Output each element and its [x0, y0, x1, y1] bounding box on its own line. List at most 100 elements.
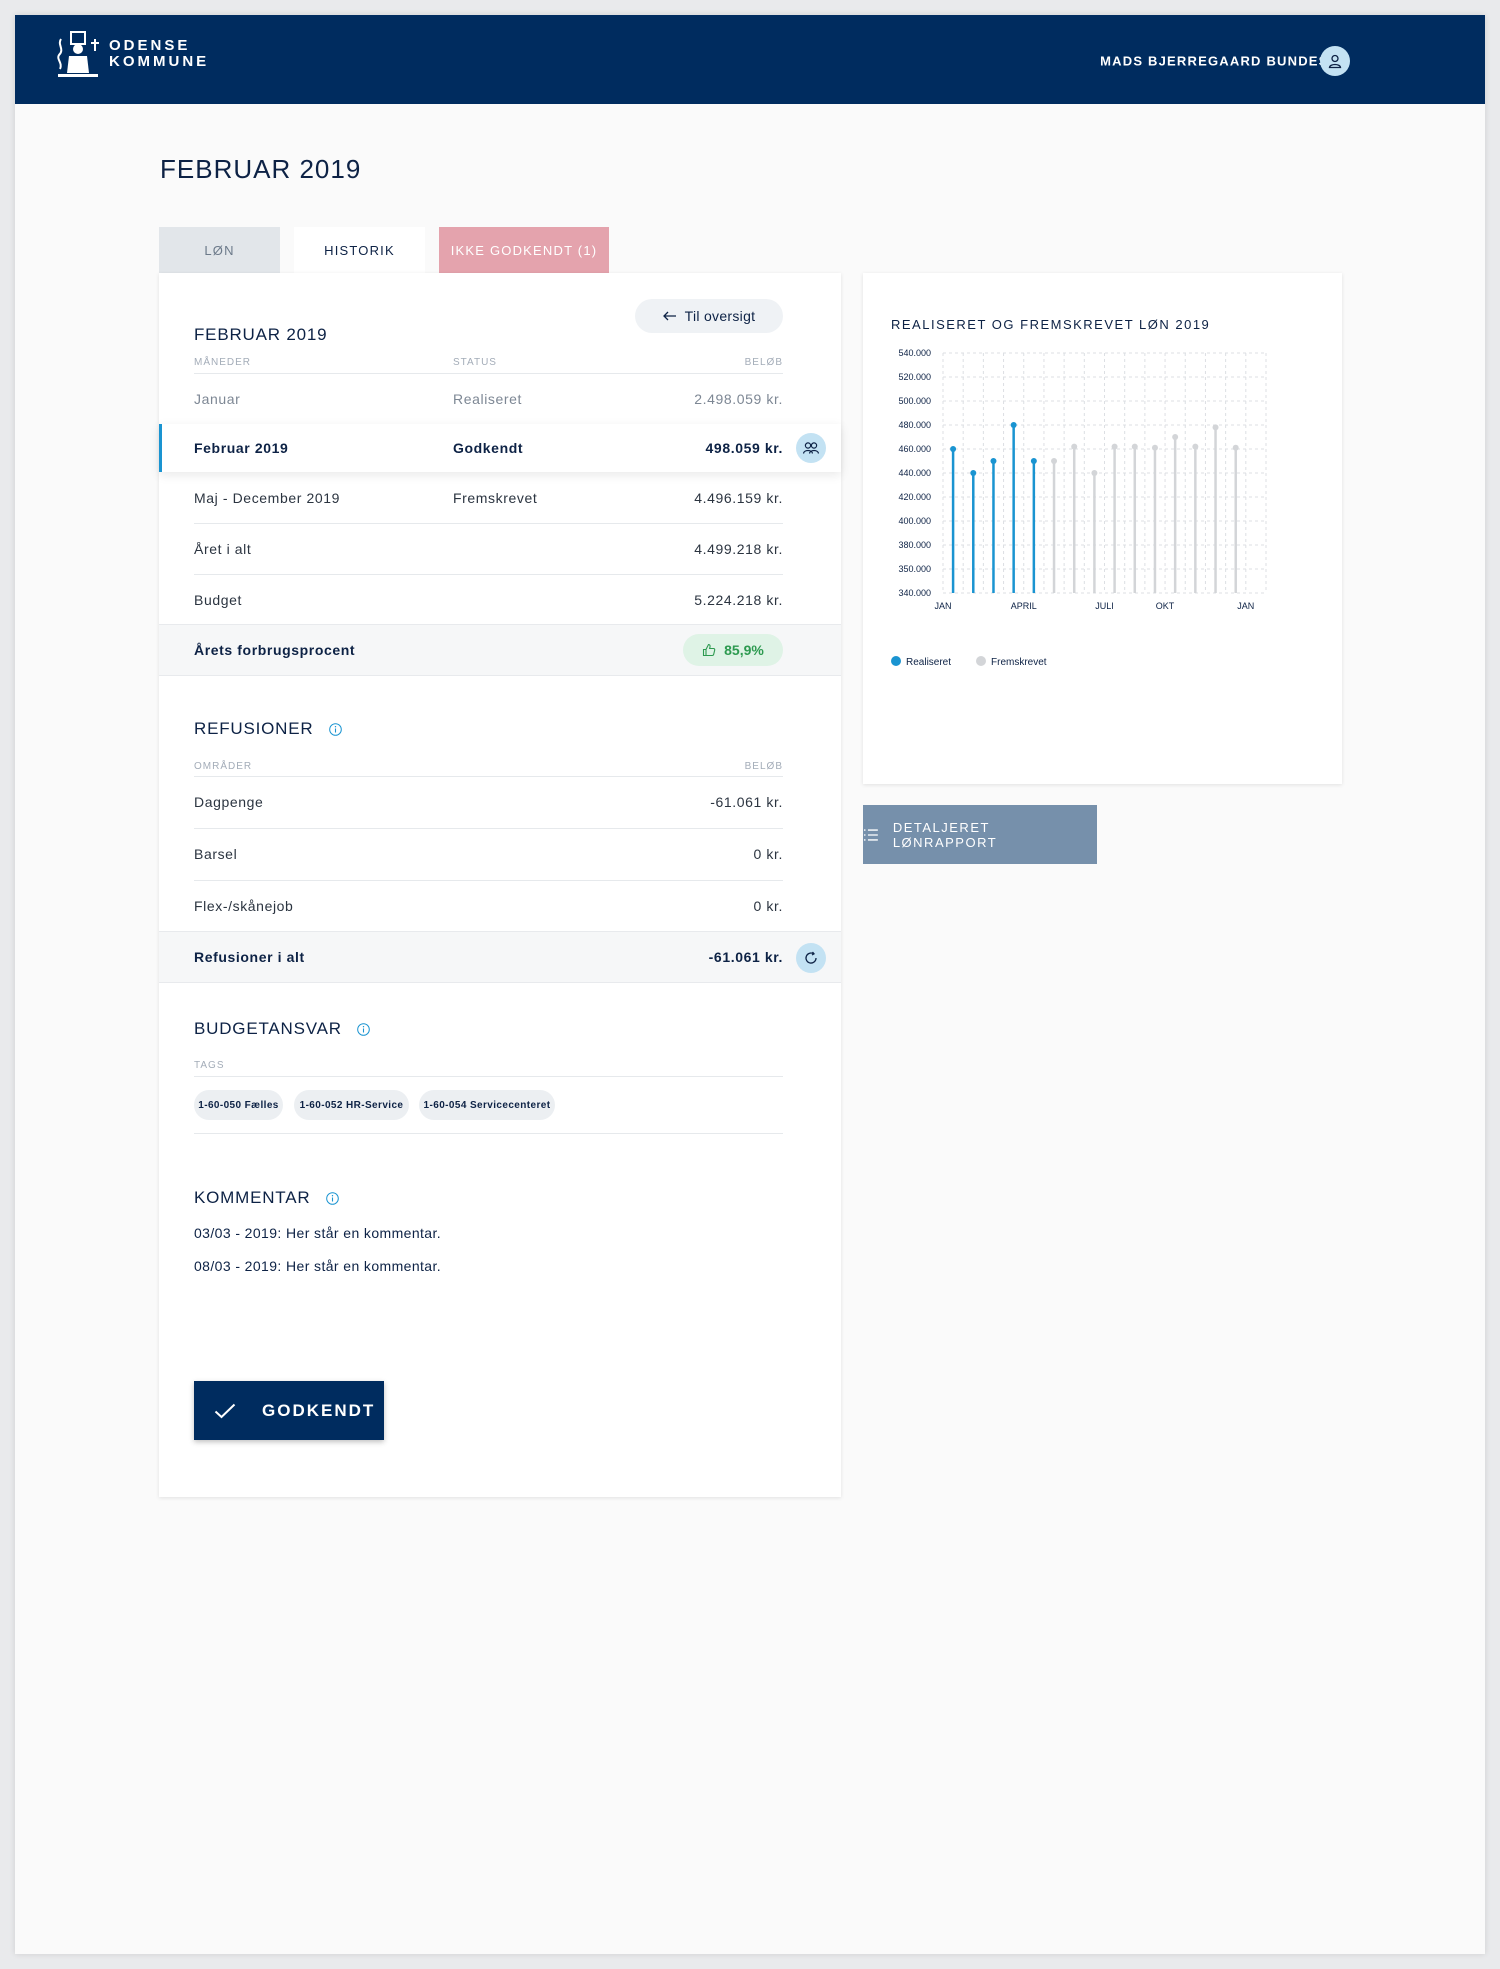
- main-card: FEBRUAR 2019 Til oversigt MÅNEDER STATUS…: [159, 273, 841, 1497]
- chart-point: [950, 446, 957, 452]
- godkendt-button[interactable]: GODKENDT: [194, 1381, 384, 1440]
- odense-kommune-logo[interactable]: ODENSE KOMMUNE: [55, 29, 209, 79]
- list-icon: [863, 828, 878, 841]
- chart-point: [1212, 424, 1219, 431]
- row-status: Realiseret: [453, 391, 523, 407]
- chart-point: [990, 458, 997, 464]
- chart-point: [1010, 422, 1017, 428]
- app-frame: ODENSE KOMMUNE MADS BJERREGAARD BUNDESEN…: [15, 15, 1485, 1954]
- kommentar-section: KOMMENTAR: [194, 1188, 339, 1208]
- thumbs-up-icon: [703, 643, 716, 657]
- y-tick-label: 380.000: [898, 540, 931, 550]
- legend-label: Fremskrevet: [991, 657, 1047, 668]
- til-oversigt-button[interactable]: Til oversigt: [635, 299, 783, 333]
- divider: [194, 1133, 783, 1134]
- info-icon[interactable]: [357, 1023, 371, 1036]
- row-month: Budget: [194, 592, 242, 608]
- row-status: Godkendt: [453, 440, 524, 456]
- refusioner-section: REFUSIONER: [194, 719, 342, 739]
- budget-title: BUDGETANSVAR: [194, 1019, 342, 1038]
- table-row-selected[interactable]: Februar 2019 Godkendt 498.059 kr.: [159, 424, 841, 472]
- tab-ikke-godkendt[interactable]: IKKE GODKENDT (1): [439, 227, 609, 273]
- chart-point: [1232, 444, 1239, 451]
- y-tick-label: 480.000: [898, 420, 931, 430]
- tab-lon[interactable]: LØN: [159, 227, 280, 273]
- table-row[interactable]: Flex-/skånejob 0 kr.: [159, 881, 841, 931]
- table-row[interactable]: Januar Realiseret 2.498.059 kr.: [159, 374, 841, 424]
- y-tick-label: 460.000: [898, 444, 931, 454]
- page-title: FEBRUAR 2019: [160, 154, 362, 184]
- y-tick-label: 500.000: [898, 396, 931, 406]
- table-row[interactable]: Budget 5.224.218 kr.: [159, 575, 841, 625]
- legend-swatch: [891, 656, 901, 666]
- row-amount: 0 kr.: [753, 898, 783, 914]
- row-amount: -61.061 kr.: [710, 794, 783, 810]
- legend-label: Realiseret: [906, 657, 951, 668]
- logo-line-1: ODENSE: [109, 37, 191, 54]
- row-amount: 4.496.159 kr.: [694, 490, 783, 506]
- report-label: DETALJERET LØNRAPPORT: [892, 819, 998, 850]
- tag-chip[interactable]: 1-60-054 Servicecenteret: [419, 1090, 555, 1120]
- col-belob: BELØB: [744, 761, 783, 772]
- col-status: STATUS: [453, 357, 497, 368]
- y-tick-label: 540.000: [898, 348, 931, 358]
- table-row[interactable]: Året i alt 4.499.218 kr.: [159, 524, 841, 574]
- user-avatar[interactable]: [1320, 46, 1350, 76]
- chart-point: [1030, 458, 1037, 464]
- tag-chip[interactable]: 1-60-052 HR-Service: [294, 1090, 409, 1120]
- info-icon[interactable]: [326, 1192, 339, 1205]
- til-oversigt-label: Til oversigt: [684, 308, 756, 324]
- tab-historik[interactable]: HISTORIK: [294, 227, 425, 273]
- refusioner-total-amount: -61.061 kr.: [708, 949, 783, 965]
- usage-badge: 85,9%: [683, 634, 783, 666]
- y-tick-label: 400.000: [898, 516, 931, 526]
- user-name[interactable]: MADS BJERREGAARD BUNDESEN: [1100, 54, 1349, 69]
- detaljeret-lonrapport-button[interactable]: DETALJERET LØNRAPPORT: [863, 805, 1097, 864]
- refresh-icon: [805, 951, 817, 964]
- row-label: Barsel: [194, 846, 238, 862]
- y-tick-label: 520.000: [898, 372, 931, 382]
- x-tick-label: JAN: [934, 601, 951, 611]
- legend-swatch: [976, 656, 986, 666]
- row-month: Maj - December 2019: [194, 490, 341, 506]
- x-tick-label: APRIL: [1011, 601, 1037, 611]
- kommentar-title: KOMMENTAR: [194, 1188, 311, 1207]
- row-amount: 2.498.059 kr.: [694, 391, 783, 407]
- tab-bar: LØN HISTORIK IKKE GODKENDT (1): [159, 227, 609, 273]
- col-belob: BELØB: [744, 357, 783, 368]
- x-tick-label: OKT: [1156, 601, 1175, 611]
- table-row[interactable]: Barsel 0 kr.: [159, 829, 841, 879]
- people-icon: [802, 442, 820, 454]
- table-row[interactable]: Maj - December 2019 Fremskrevet 4.496.15…: [159, 473, 841, 523]
- comment-item: 03/03 - 2019: Her står en kommentar.: [194, 1225, 442, 1241]
- chart-point: [1071, 443, 1078, 450]
- x-tick-label: JULI: [1095, 601, 1114, 611]
- y-tick-label: 340.000: [898, 588, 931, 598]
- col-tags: TAGS: [194, 1060, 225, 1071]
- chart-point: [1051, 458, 1058, 464]
- chart-point: [1151, 444, 1158, 451]
- usage-row: Årets forbrugsprocent 85,9%: [159, 624, 841, 676]
- user-icon: [1328, 54, 1342, 69]
- y-tick-label: 350.000: [898, 564, 931, 574]
- row-month: Februar 2019: [194, 440, 289, 456]
- row-amount: 0 kr.: [753, 846, 783, 862]
- approvers-button[interactable]: [796, 433, 826, 463]
- tag-chip[interactable]: 1-60-050 Fælles: [194, 1090, 283, 1120]
- top-bar: ODENSE KOMMUNE MADS BJERREGAARD BUNDESEN: [15, 15, 1485, 104]
- y-tick-label: 420.000: [898, 492, 931, 502]
- refusioner-total-label: Refusioner i alt: [194, 949, 305, 965]
- info-icon[interactable]: [329, 723, 342, 736]
- row-month: Året i alt: [194, 541, 252, 557]
- arrow-left-icon: [662, 311, 676, 321]
- col-omrader: OMRÅDER: [194, 761, 253, 772]
- overview-title: FEBRUAR 2019: [194, 325, 328, 344]
- chart-card: REALISERET OG FREMSKREVET LØN 2019 540.0…: [863, 273, 1342, 784]
- checkmark-icon: [214, 1403, 236, 1418]
- row-label: Flex-/skånejob: [194, 898, 294, 914]
- row-amount: 5.224.218 kr.: [694, 592, 783, 608]
- x-tick-label: JAN: [1237, 601, 1254, 611]
- table-row[interactable]: Dagpenge -61.061 kr.: [159, 777, 841, 827]
- budget-section: BUDGETANSVAR: [194, 1019, 371, 1039]
- refresh-button[interactable]: [796, 943, 826, 973]
